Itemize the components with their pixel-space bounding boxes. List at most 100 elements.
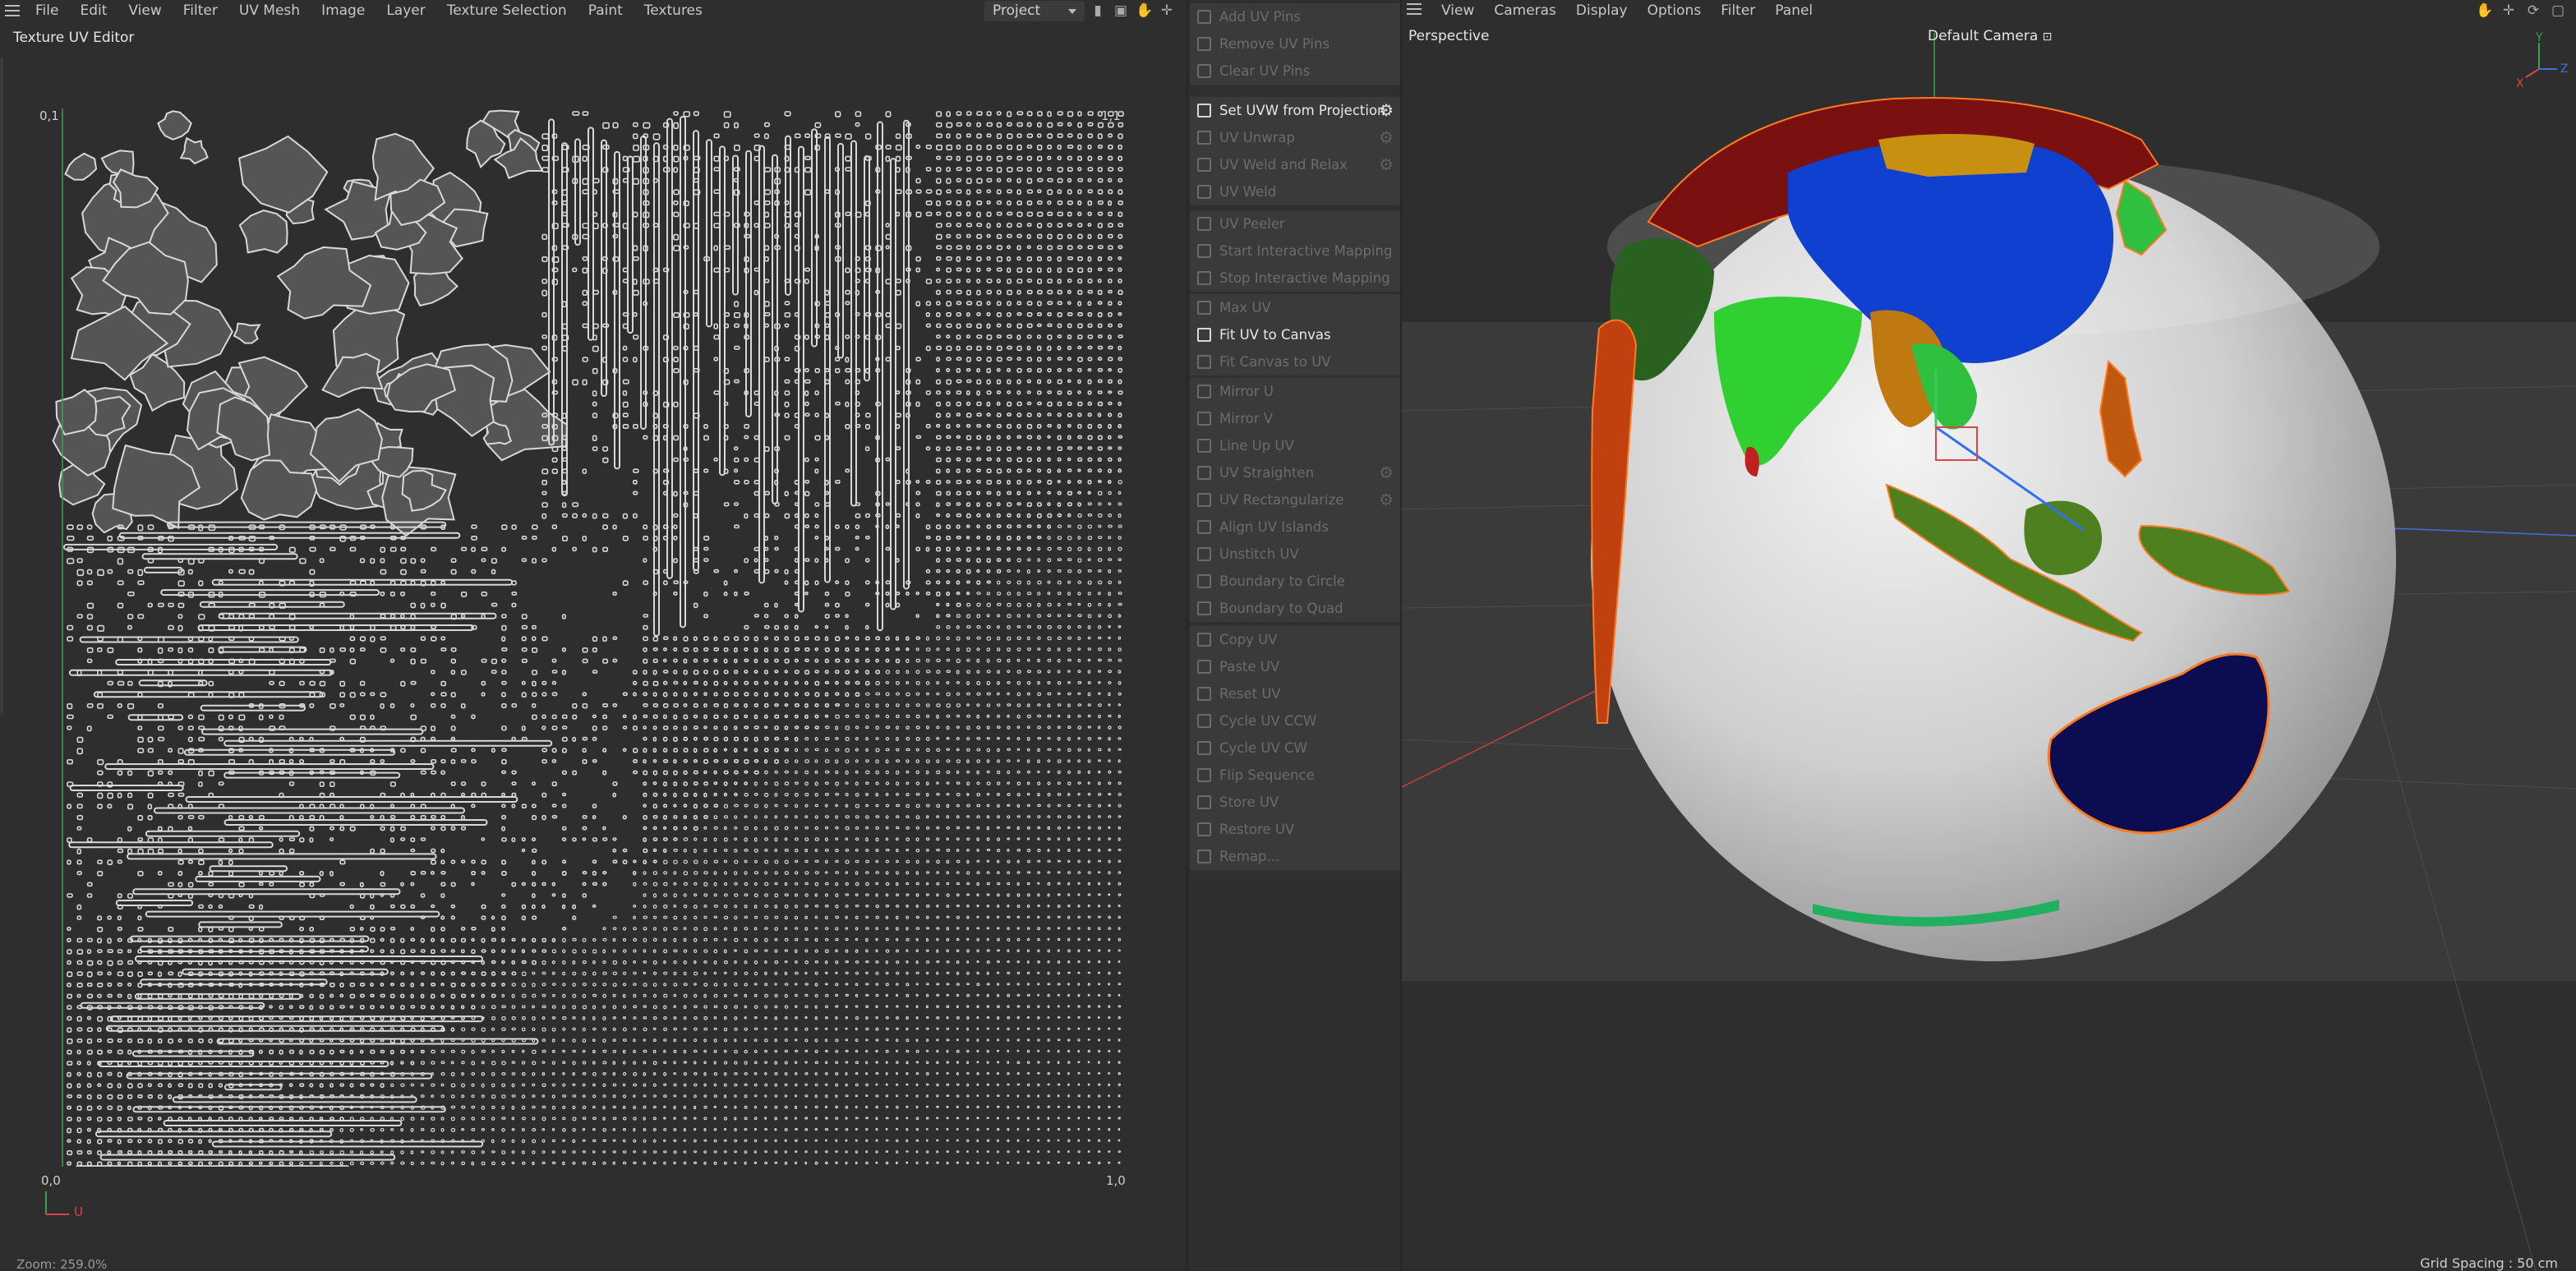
uv-island-small[interactable]: [946, 580, 951, 585]
uv-island-small[interactable]: [713, 859, 719, 863]
uv-island-small[interactable]: [784, 390, 790, 396]
uv-island-small[interactable]: [693, 647, 698, 652]
uv-island-small[interactable]: [511, 804, 516, 808]
uv-island-small[interactable]: [1117, 144, 1122, 150]
uv-island-small[interactable]: [774, 804, 778, 808]
uv-island-small[interactable]: [1007, 177, 1012, 182]
uv-island-small[interactable]: [703, 758, 709, 764]
uv-island-small[interactable]: [835, 960, 839, 965]
uv-island-small[interactable]: [906, 412, 910, 418]
uv-island-small[interactable]: [592, 211, 598, 218]
uv-island-small[interactable]: [936, 569, 941, 573]
uv-island-small[interactable]: [996, 200, 1002, 205]
uv-island-small[interactable]: [734, 927, 737, 932]
uv-island-small[interactable]: [389, 1015, 396, 1021]
uv-island-small[interactable]: [127, 960, 134, 965]
uv-island-small[interactable]: [936, 267, 941, 272]
uv-island-small[interactable]: [137, 1027, 142, 1032]
uv-island-small[interactable]: [1037, 815, 1041, 819]
uv-island-small[interactable]: [1057, 412, 1062, 417]
uv-island-small[interactable]: [1108, 983, 1111, 986]
uv-island[interactable]: [233, 322, 261, 344]
uv-island-small[interactable]: [1016, 714, 1021, 719]
uv-strip[interactable]: [109, 1015, 484, 1023]
uv-island-small[interactable]: [804, 848, 809, 853]
uv-island-small[interactable]: [1057, 614, 1062, 618]
uv-island-small[interactable]: [1047, 1005, 1050, 1009]
uv-island-small[interactable]: [1016, 736, 1021, 741]
uv-island-small[interactable]: [1097, 536, 1103, 540]
uv-island-small[interactable]: [440, 814, 446, 820]
uv-island-small[interactable]: [551, 725, 558, 730]
uv-island-small[interactable]: [1007, 871, 1011, 874]
uv-island-small[interactable]: [562, 1015, 567, 1020]
uv-island-small[interactable]: [1057, 949, 1060, 952]
uv-island-small[interactable]: [511, 993, 515, 998]
uv-island-small[interactable]: [1067, 311, 1073, 316]
uv-island-small[interactable]: [804, 279, 809, 284]
uv-island-small[interactable]: [956, 401, 961, 407]
uv-island-small[interactable]: [117, 859, 122, 864]
uv-island-small[interactable]: [946, 759, 951, 763]
uv-island-small[interactable]: [936, 848, 941, 852]
uv-island-small[interactable]: [1067, 490, 1073, 496]
uv-island-small[interactable]: [389, 1027, 395, 1032]
uv-island-small[interactable]: [1097, 871, 1101, 874]
uv-island-small[interactable]: [763, 279, 770, 283]
uv-island-small[interactable]: [703, 848, 707, 853]
uv-island-small[interactable]: [966, 960, 970, 964]
uv-island-small[interactable]: [875, 960, 879, 964]
uv-island-small[interactable]: [925, 279, 933, 284]
uv-island-small[interactable]: [814, 915, 818, 919]
uv-island-small[interactable]: [753, 871, 759, 875]
uv-island-small[interactable]: [885, 770, 889, 775]
uv-island-small[interactable]: [683, 658, 688, 664]
uv-island-small[interactable]: [1007, 256, 1012, 262]
uv-island-small[interactable]: [976, 401, 982, 407]
uv-island-small[interactable]: [814, 993, 818, 998]
uv-island-small[interactable]: [632, 279, 638, 285]
uv-island-small[interactable]: [269, 602, 275, 609]
uv-island-small[interactable]: [299, 814, 304, 820]
uv-island-small[interactable]: [956, 256, 961, 262]
uv-island-small[interactable]: [339, 736, 345, 742]
uv-island-small[interactable]: [733, 770, 739, 775]
uv-island-small[interactable]: [753, 748, 758, 753]
uv-island-small[interactable]: [814, 815, 818, 819]
uv-island-small[interactable]: [936, 602, 940, 607]
uv-island-small[interactable]: [1016, 580, 1021, 585]
uv-island-small[interactable]: [400, 1005, 405, 1011]
uv-island-small[interactable]: [1016, 792, 1021, 797]
uv-island-small[interactable]: [168, 960, 173, 965]
uv-island-small[interactable]: [996, 233, 1002, 240]
uv-island-small[interactable]: [602, 837, 608, 841]
uv-island-small[interactable]: [764, 871, 768, 875]
uv-island-small[interactable]: [1016, 457, 1022, 463]
uv-strip[interactable]: [772, 154, 778, 505]
uv-island-small[interactable]: [1117, 536, 1122, 540]
uv-island-small[interactable]: [541, 680, 547, 685]
uv-island-small[interactable]: [400, 624, 406, 630]
uv-island-small[interactable]: [713, 804, 719, 808]
uv-island-small[interactable]: [643, 882, 647, 886]
uv-island-small[interactable]: [572, 379, 578, 386]
uv-island-small[interactable]: [1026, 279, 1033, 283]
uv-island-small[interactable]: [450, 859, 456, 864]
uv-island-small[interactable]: [734, 949, 737, 952]
menu-paint[interactable]: Paint: [578, 0, 634, 21]
uv-island-small[interactable]: [501, 870, 507, 876]
uv-island-small[interactable]: [794, 680, 799, 685]
uv-island-small[interactable]: [602, 971, 607, 975]
uv-island-small[interactable]: [380, 614, 386, 619]
uv-island-small[interactable]: [1117, 558, 1122, 562]
uv-island-small[interactable]: [1007, 624, 1011, 629]
uv-island-small[interactable]: [1016, 535, 1021, 541]
uv-island-small[interactable]: [683, 882, 689, 886]
uv-island-small[interactable]: [784, 748, 790, 752]
uv-island-small[interactable]: [521, 624, 528, 629]
uv-island-small[interactable]: [774, 915, 779, 919]
uv-island-small[interactable]: [1097, 680, 1101, 684]
uv-island-small[interactable]: [1087, 949, 1091, 952]
uv-island-small[interactable]: [1016, 301, 1022, 306]
uv-island-small[interactable]: [734, 837, 738, 841]
